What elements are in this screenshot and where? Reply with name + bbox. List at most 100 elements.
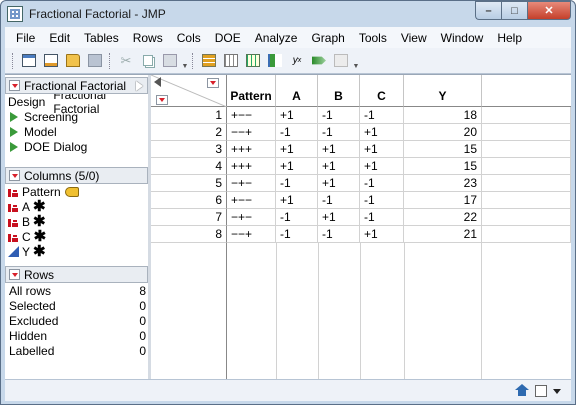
row-number[interactable]: 8 (151, 226, 227, 243)
script-doe-dialog[interactable]: DOE Dialog (5, 139, 148, 154)
cell-empty[interactable] (482, 141, 571, 158)
menu-tools[interactable]: Tools (352, 31, 394, 45)
columns-menu-icon[interactable] (9, 170, 20, 181)
cell-pattern[interactable]: +−− (227, 192, 276, 209)
new-script-icon[interactable] (41, 52, 61, 70)
cell-empty[interactable] (482, 158, 571, 175)
menu-tables[interactable]: Tables (77, 31, 126, 45)
row-number[interactable]: 3 (151, 141, 227, 158)
graph-builder-icon[interactable] (331, 52, 351, 70)
rows-menu-icon[interactable] (9, 269, 20, 280)
minimize-button[interactable]: – (475, 1, 501, 20)
cell-empty[interactable] (482, 175, 571, 192)
script-model[interactable]: Model (5, 124, 148, 139)
row-number[interactable]: 5 (151, 175, 227, 192)
cell-c[interactable]: -1 (360, 175, 404, 192)
cell-a[interactable]: +1 (276, 107, 318, 124)
cell-y[interactable]: 15 (404, 158, 482, 175)
cell-a[interactable]: -1 (276, 226, 318, 243)
col-header-c[interactable]: C (360, 75, 404, 107)
copy-icon[interactable] (138, 52, 158, 70)
run-script-icon[interactable] (10, 141, 18, 152)
column-item-b[interactable]: B ✱ (5, 214, 148, 229)
cell-y[interactable]: 15 (404, 141, 482, 158)
menu-rows[interactable]: Rows (126, 31, 170, 45)
close-button[interactable]: ✕ (527, 1, 571, 20)
save-icon[interactable] (85, 52, 105, 70)
cell-pattern[interactable]: −−+ (227, 124, 276, 141)
cell-a[interactable]: -1 (276, 175, 318, 192)
maximize-button[interactable]: □ (501, 1, 527, 20)
menu-view[interactable]: View (394, 31, 434, 45)
menu-analyze[interactable]: Analyze (248, 31, 305, 45)
cell-y[interactable]: 17 (404, 192, 482, 209)
column-item-y[interactable]: Y ✱ (5, 244, 148, 259)
open-icon[interactable] (63, 52, 83, 70)
cell-c[interactable]: +1 (360, 158, 404, 175)
run-script-icon[interactable] (10, 126, 18, 137)
formula-icon[interactable] (221, 52, 241, 70)
cell-y[interactable]: 21 (404, 226, 482, 243)
grid-corner[interactable] (151, 75, 227, 107)
cell-c[interactable]: -1 (360, 192, 404, 209)
data-table-icon[interactable] (199, 52, 219, 70)
cell-a[interactable]: +1 (276, 158, 318, 175)
col-header-y[interactable]: Y (404, 75, 482, 107)
col-header-a[interactable]: A (276, 75, 318, 107)
col-header-b[interactable]: B (318, 75, 360, 107)
cell-b[interactable]: +1 (318, 158, 360, 175)
row-number[interactable]: 4 (151, 158, 227, 175)
fit-y-by-x-icon[interactable]: yx (287, 52, 307, 70)
cell-pattern[interactable]: +++ (227, 141, 276, 158)
column-item-c[interactable]: C ✱ (5, 229, 148, 244)
row-number[interactable]: 2 (151, 124, 227, 141)
cell-pattern[interactable]: −−+ (227, 226, 276, 243)
cell-empty[interactable] (482, 192, 571, 209)
cell-c[interactable]: +1 (360, 141, 404, 158)
toolbar-grip[interactable] (12, 52, 15, 69)
table-grid-icon[interactable] (243, 52, 263, 70)
cell-b[interactable]: -1 (318, 192, 360, 209)
menu-doe[interactable]: DOE (208, 31, 248, 45)
column-item-pattern[interactable]: Pattern (5, 184, 148, 199)
row-number[interactable]: 7 (151, 209, 227, 226)
menu-file[interactable]: File (9, 31, 42, 45)
toolbar-overflow-icon-2[interactable]: ▼ (352, 52, 360, 70)
cell-y[interactable]: 20 (404, 124, 482, 141)
cell-b[interactable]: +1 (318, 175, 360, 192)
menu-cols[interactable]: Cols (170, 31, 208, 45)
menu-graph[interactable]: Graph (304, 31, 351, 45)
menu-help[interactable]: Help (490, 31, 529, 45)
cell-c[interactable]: +1 (360, 124, 404, 141)
column-item-a[interactable]: A ✱ (5, 199, 148, 214)
menu-edit[interactable]: Edit (42, 31, 77, 45)
cell-a[interactable]: -1 (276, 209, 318, 226)
row-number[interactable]: 1 (151, 107, 227, 124)
menu-window[interactable]: Window (434, 31, 491, 45)
cell-b[interactable]: -1 (318, 226, 360, 243)
cell-pattern[interactable]: +++ (227, 158, 276, 175)
toolbar-overflow-icon[interactable]: ▼ (181, 52, 189, 70)
cell-c[interactable]: +1 (360, 226, 404, 243)
cell-b[interactable]: -1 (318, 107, 360, 124)
cell-pattern[interactable]: −+− (227, 175, 276, 192)
chevron-down-icon[interactable] (553, 389, 561, 394)
cell-y[interactable]: 23 (404, 175, 482, 192)
cell-a[interactable]: -1 (276, 124, 318, 141)
col-header-pattern[interactable]: Pattern (227, 75, 276, 107)
new-data-table-icon[interactable] (19, 52, 39, 70)
home-icon[interactable] (515, 384, 529, 397)
row-number[interactable]: 6 (151, 192, 227, 209)
collapse-left-icon[interactable] (154, 77, 161, 87)
table-menu-icon[interactable] (9, 80, 20, 91)
distribution-icon[interactable] (265, 52, 285, 70)
cell-b[interactable]: +1 (318, 141, 360, 158)
cell-y[interactable]: 22 (404, 209, 482, 226)
cell-empty[interactable] (482, 226, 571, 243)
cell-empty[interactable] (482, 124, 571, 141)
rows-header-menu-icon[interactable] (156, 95, 168, 105)
cell-pattern[interactable]: +−− (227, 107, 276, 124)
cell-y[interactable]: 18 (404, 107, 482, 124)
cell-c[interactable]: -1 (360, 209, 404, 226)
cell-empty[interactable] (482, 107, 571, 124)
